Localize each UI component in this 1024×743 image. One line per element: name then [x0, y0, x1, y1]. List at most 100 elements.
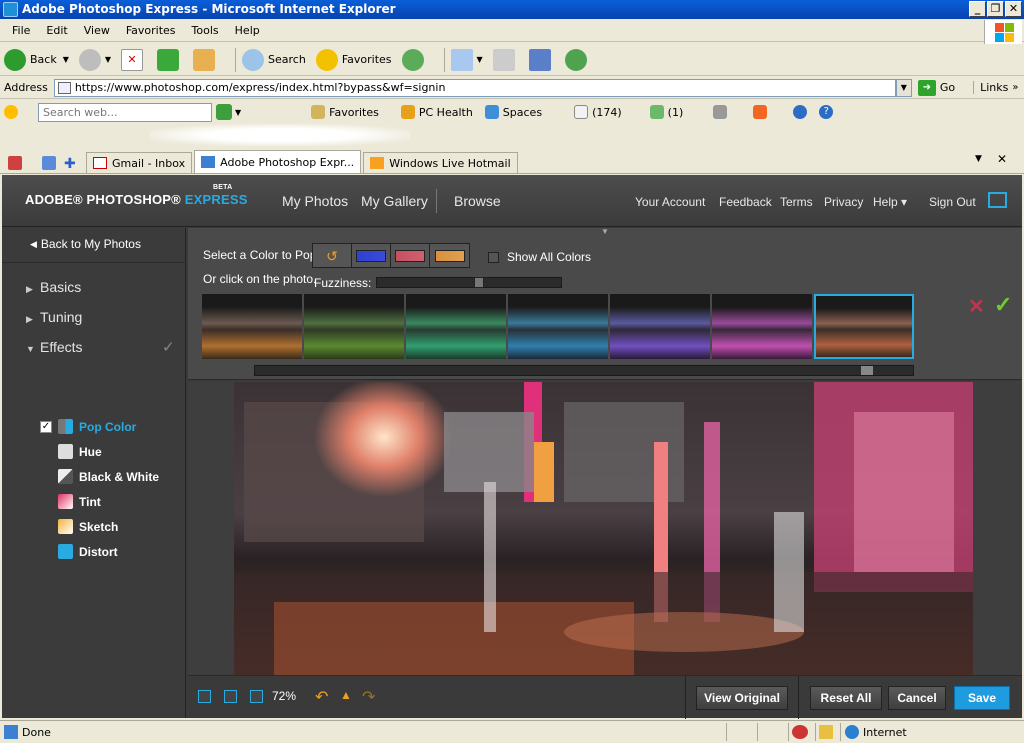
- thumbnail-cyan[interactable]: [508, 294, 608, 359]
- live-favorites-button[interactable]: Favorites: [311, 105, 379, 119]
- back-to-my-photos-link[interactable]: Back to My Photos: [30, 237, 141, 251]
- effect-tint[interactable]: Tint: [58, 494, 101, 509]
- nav-my-gallery[interactable]: My Gallery: [361, 193, 428, 209]
- save-button[interactable]: Save: [954, 686, 1010, 710]
- show-all-colors-toggle[interactable]: Show All Colors: [488, 250, 591, 264]
- thumbnail-orange[interactable]: [202, 294, 302, 359]
- back-button[interactable]: Back ▼: [4, 48, 69, 71]
- section-effects[interactable]: ▼ Effects: [26, 339, 83, 355]
- menu-view[interactable]: View: [76, 24, 118, 37]
- nav-terms[interactable]: Terms: [780, 195, 813, 209]
- links-chevron-icon[interactable]: »: [1012, 82, 1018, 93]
- search-web-input[interactable]: Search web...: [38, 102, 212, 122]
- live-search-icon[interactable]: [216, 104, 232, 120]
- tab-gmail[interactable]: Gmail - Inbox: [86, 152, 193, 173]
- mail-count-button[interactable]: (174): [574, 105, 622, 119]
- add-favorite-icon[interactable]: ✚: [64, 156, 78, 172]
- thumbnail-green[interactable]: [304, 294, 404, 359]
- cancel-effect-icon[interactable]: ✕: [968, 294, 985, 319]
- live-help-button[interactable]: ?: [819, 105, 837, 119]
- search-button[interactable]: Search: [242, 48, 306, 71]
- secure-lock-icon[interactable]: [819, 725, 833, 739]
- pc-health-button[interactable]: PC Health: [400, 105, 473, 119]
- menu-favorites[interactable]: Favorites: [118, 24, 184, 37]
- thumbnail-original-selected[interactable]: [814, 294, 914, 359]
- nav-sign-out[interactable]: Sign Out: [929, 195, 976, 209]
- refresh-button[interactable]: [157, 48, 183, 71]
- nav-your-account[interactable]: Your Account: [635, 195, 705, 209]
- nav-my-photos[interactable]: My Photos: [282, 193, 348, 209]
- print-button[interactable]: [492, 48, 519, 71]
- swatch-orange[interactable]: [430, 244, 469, 267]
- restore-button[interactable]: ❐: [987, 1, 1004, 17]
- swatch-red[interactable]: [391, 244, 430, 267]
- thumbnail-purple[interactable]: [610, 294, 710, 359]
- fit-to-screen-button[interactable]: [224, 690, 237, 703]
- home-button[interactable]: [193, 48, 219, 71]
- menu-help[interactable]: Help: [227, 24, 268, 37]
- history-up-icon[interactable]: ▲: [340, 688, 352, 702]
- effect-pop-color[interactable]: Pop Color: [58, 419, 136, 434]
- nav-privacy[interactable]: Privacy: [824, 195, 863, 209]
- mail-button[interactable]: ▼: [450, 48, 483, 71]
- menu-edit[interactable]: Edit: [38, 24, 75, 37]
- tab-list-dropdown[interactable]: ▼: [975, 154, 982, 164]
- address-dropdown[interactable]: ▼: [895, 78, 912, 97]
- windows-live-icon[interactable]: [4, 105, 18, 119]
- swatch-blue[interactable]: [352, 244, 391, 267]
- address-input[interactable]: https://www.photoshop.com/express/index.…: [53, 78, 896, 97]
- section-tuning[interactable]: ▶ Tuning: [26, 309, 82, 325]
- app-logo[interactable]: ADOBE® PHOTOSHOP® EXPRESS BETA: [25, 184, 248, 207]
- cancel-button[interactable]: Cancel: [888, 686, 946, 710]
- apply-effect-check-icon[interactable]: ✓: [994, 292, 1012, 318]
- thumbnail-teal[interactable]: [406, 294, 506, 359]
- zoom-in-button[interactable]: [250, 690, 263, 703]
- nav-browse[interactable]: Browse: [454, 193, 501, 209]
- tab-hotmail[interactable]: Windows Live Hotmail: [363, 152, 518, 173]
- collapse-panel-icon[interactable]: ▼: [598, 228, 612, 236]
- effect-black-white[interactable]: Black & White: [58, 469, 159, 484]
- edited-photo[interactable]: [234, 382, 973, 675]
- tab-photoshop-express[interactable]: Adobe Photoshop Expr...: [194, 150, 362, 173]
- reset-all-button[interactable]: Reset All: [810, 686, 882, 710]
- thumbnail-magenta[interactable]: [712, 294, 812, 359]
- effect-hue[interactable]: Hue: [58, 444, 102, 459]
- show-all-colors-checkbox[interactable]: [488, 251, 499, 263]
- thumbnail-scrollbar[interactable]: [254, 365, 914, 376]
- links-button[interactable]: Links: [973, 81, 1008, 94]
- pop-color-checkbox[interactable]: ✓: [40, 421, 52, 433]
- forward-button[interactable]: ▼: [78, 48, 111, 71]
- live-butterfly-button[interactable]: [753, 105, 771, 119]
- nav-feedback[interactable]: Feedback: [719, 195, 772, 209]
- favorites-button[interactable]: Favorites: [315, 48, 392, 71]
- reset-color-button[interactable]: ↺: [313, 244, 352, 267]
- close-tab-button[interactable]: ✕: [997, 152, 1007, 166]
- view-original-button[interactable]: View Original: [696, 686, 788, 710]
- nav-help[interactable]: Help ▾: [873, 195, 907, 209]
- spaces-button[interactable]: Spaces: [484, 105, 542, 119]
- menu-file[interactable]: File: [4, 24, 38, 37]
- effect-distort[interactable]: Distort: [58, 544, 118, 559]
- thumbnail-scroll-handle[interactable]: [861, 366, 873, 375]
- rss-button[interactable]: [713, 105, 731, 119]
- contacts-button[interactable]: (1): [649, 105, 683, 119]
- menu-tools[interactable]: Tools: [184, 24, 227, 37]
- home-tab-icon[interactable]: [8, 156, 22, 170]
- redo-icon[interactable]: ↷: [362, 687, 375, 707]
- undo-icon[interactable]: ↶: [315, 687, 328, 707]
- fuzziness-slider[interactable]: [376, 277, 562, 288]
- edit-button[interactable]: [528, 48, 555, 71]
- history-button[interactable]: [401, 48, 428, 71]
- go-button[interactable]: ➜ Go: [917, 79, 955, 96]
- effect-sketch[interactable]: Sketch: [58, 519, 118, 534]
- zoom-out-button[interactable]: [198, 690, 211, 703]
- fullscreen-icon[interactable]: [988, 192, 1007, 208]
- section-basics[interactable]: ▶ Basics: [26, 279, 81, 295]
- minimize-button[interactable]: _: [969, 1, 986, 17]
- quick-tabs-icon[interactable]: [42, 156, 56, 170]
- close-window-button[interactable]: ✕: [1005, 1, 1022, 17]
- messenger-button[interactable]: [564, 48, 591, 71]
- fuzziness-slider-handle[interactable]: [474, 277, 484, 288]
- stop-button[interactable]: ✕: [121, 48, 147, 71]
- onecare-button[interactable]: [793, 105, 811, 119]
